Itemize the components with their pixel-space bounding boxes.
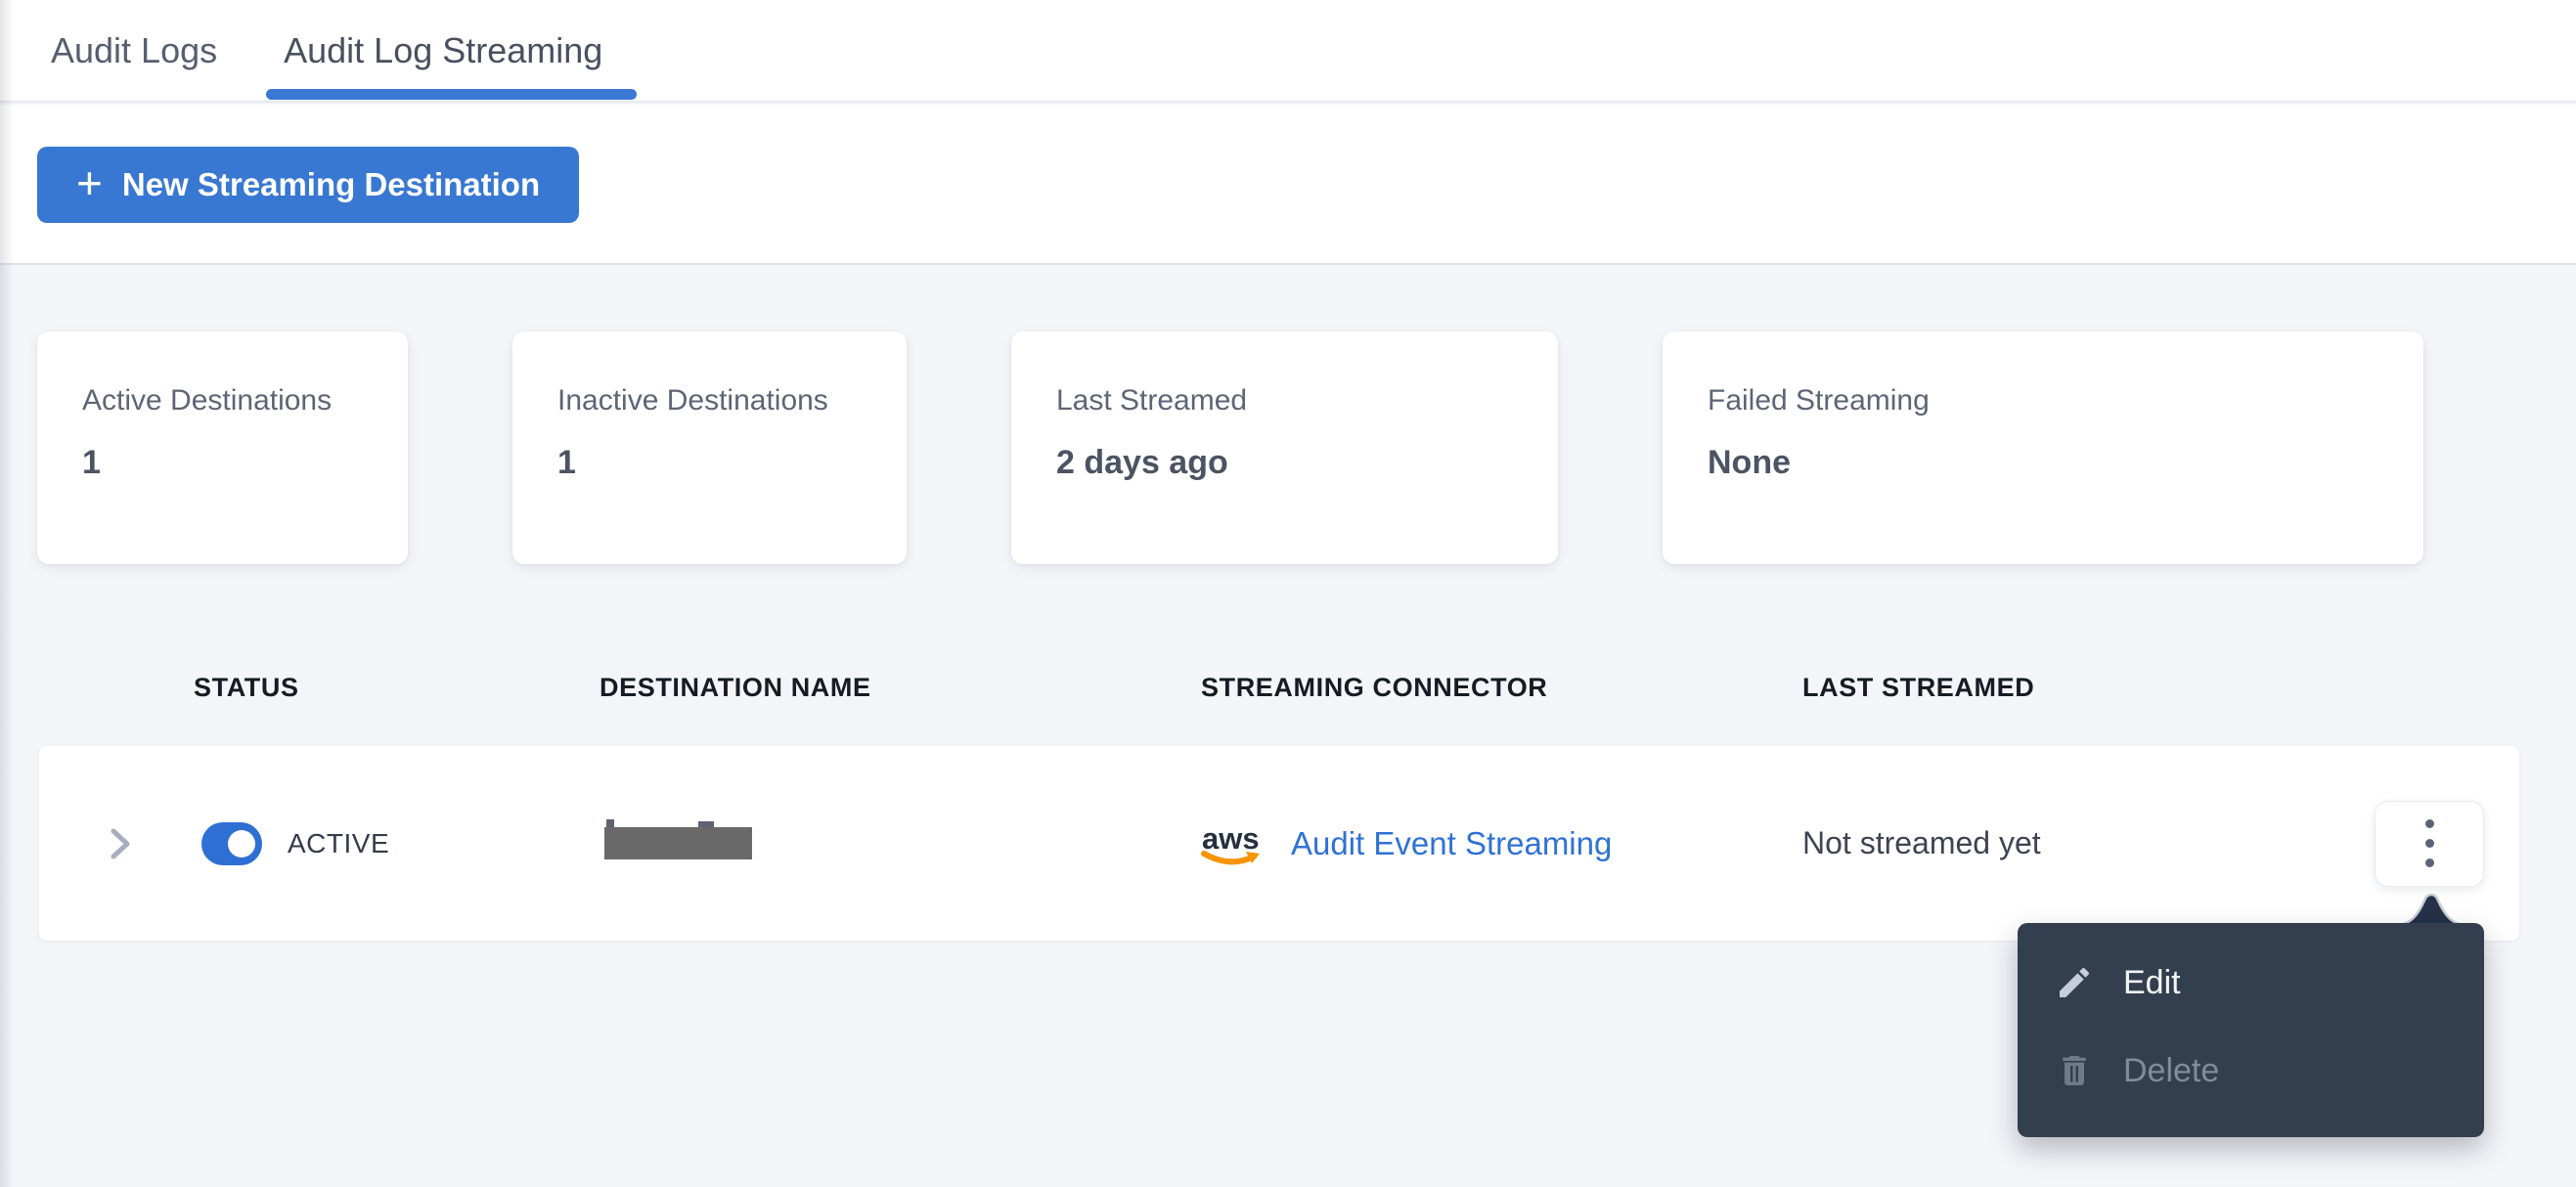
column-header-destination-name: DESTINATION NAME: [600, 673, 871, 702]
redacted-destination-name: [604, 819, 752, 859]
table-row: ACTIVE aws Audit Event Streaming Not str…: [39, 746, 2519, 941]
menu-item-delete-label: Delete: [2123, 1051, 2220, 1089]
kebab-dot: [2424, 858, 2434, 867]
trash-icon: [2063, 1056, 2086, 1085]
column-header-status: STATUS: [194, 673, 299, 702]
actions-cell: [2375, 800, 2519, 887]
action-bar: + New Streaming Destination: [0, 105, 2576, 265]
stat-value: 1: [82, 444, 101, 481]
status-toggle[interactable]: [201, 821, 262, 865]
stat-label: Active Destinations: [82, 384, 333, 417]
new-streaming-destination-button[interactable]: + New Streaming Destination: [37, 147, 580, 223]
menu-item-edit-label: Edit: [2123, 963, 2181, 1001]
kebab-dot: [2424, 819, 2434, 828]
menu-pointer-arrow: [2395, 893, 2467, 926]
aws-logo-icon: aws: [1201, 821, 1260, 864]
column-header-streaming-connector: STREAMING CONNECTOR: [1201, 673, 1548, 702]
active-tab-underline: [266, 89, 638, 100]
stat-value: 2 days ago: [1056, 444, 1228, 481]
tab-audit-logs[interactable]: Audit Logs: [49, 0, 219, 101]
kebab-dot: [2424, 839, 2434, 848]
stat-card-last-streamed: Last Streamed 2 days ago: [1011, 331, 1558, 564]
stat-label: Inactive Destinations: [557, 384, 828, 417]
stat-card-failed-streaming: Failed Streaming None: [1663, 331, 2423, 564]
new-streaming-destination-label: New Streaming Destination: [121, 166, 541, 202]
tab-audit-logs-label: Audit Logs: [51, 29, 218, 70]
stats-row: Active Destinations 1 Inactive Destinati…: [37, 331, 2423, 564]
column-header-last-streamed: LAST STREAMED: [1802, 673, 2035, 702]
stat-card-active-destinations: Active Destinations 1: [37, 331, 408, 564]
menu-item-edit[interactable]: Edit: [2018, 939, 2484, 1027]
stat-label: Failed Streaming: [1708, 384, 1930, 417]
tab-audit-log-streaming-label: Audit Log Streaming: [284, 29, 603, 70]
destination-name-cell: [560, 819, 1162, 859]
connector-link[interactable]: Audit Event Streaming: [1291, 825, 1612, 862]
menu-item-delete[interactable]: Delete: [2018, 1027, 2484, 1115]
status-cell: ACTIVE: [155, 821, 560, 865]
row-actions-context-menu: Edit Delete: [2018, 923, 2484, 1137]
status-badge: ACTIVE: [288, 827, 390, 858]
tab-bar: Audit Logs Audit Log Streaming: [0, 0, 2576, 103]
stat-card-inactive-destinations: Inactive Destinations 1: [512, 331, 907, 564]
last-streamed-cell: Not streamed yet: [1802, 825, 2041, 860]
chevron-right-icon: [111, 828, 130, 858]
toggle-knob: [228, 829, 255, 857]
plus-icon: +: [76, 157, 103, 208]
stat-value: 1: [557, 444, 576, 481]
svg-text:aws: aws: [1202, 821, 1260, 856]
stat-value: None: [1708, 444, 1791, 481]
tab-audit-log-streaming[interactable]: Audit Log Streaming: [266, 0, 638, 101]
row-expand-toggle[interactable]: [39, 824, 155, 863]
row-actions-kebab-button[interactable]: [2375, 800, 2484, 887]
pencil-icon: [2060, 967, 2090, 997]
stat-label: Last Streamed: [1056, 384, 1248, 417]
table-header-row: STATUS DESTINATION NAME STREAMING CONNEC…: [39, 673, 2519, 703]
streaming-connector-cell: aws Audit Event Streaming: [1162, 819, 1724, 868]
